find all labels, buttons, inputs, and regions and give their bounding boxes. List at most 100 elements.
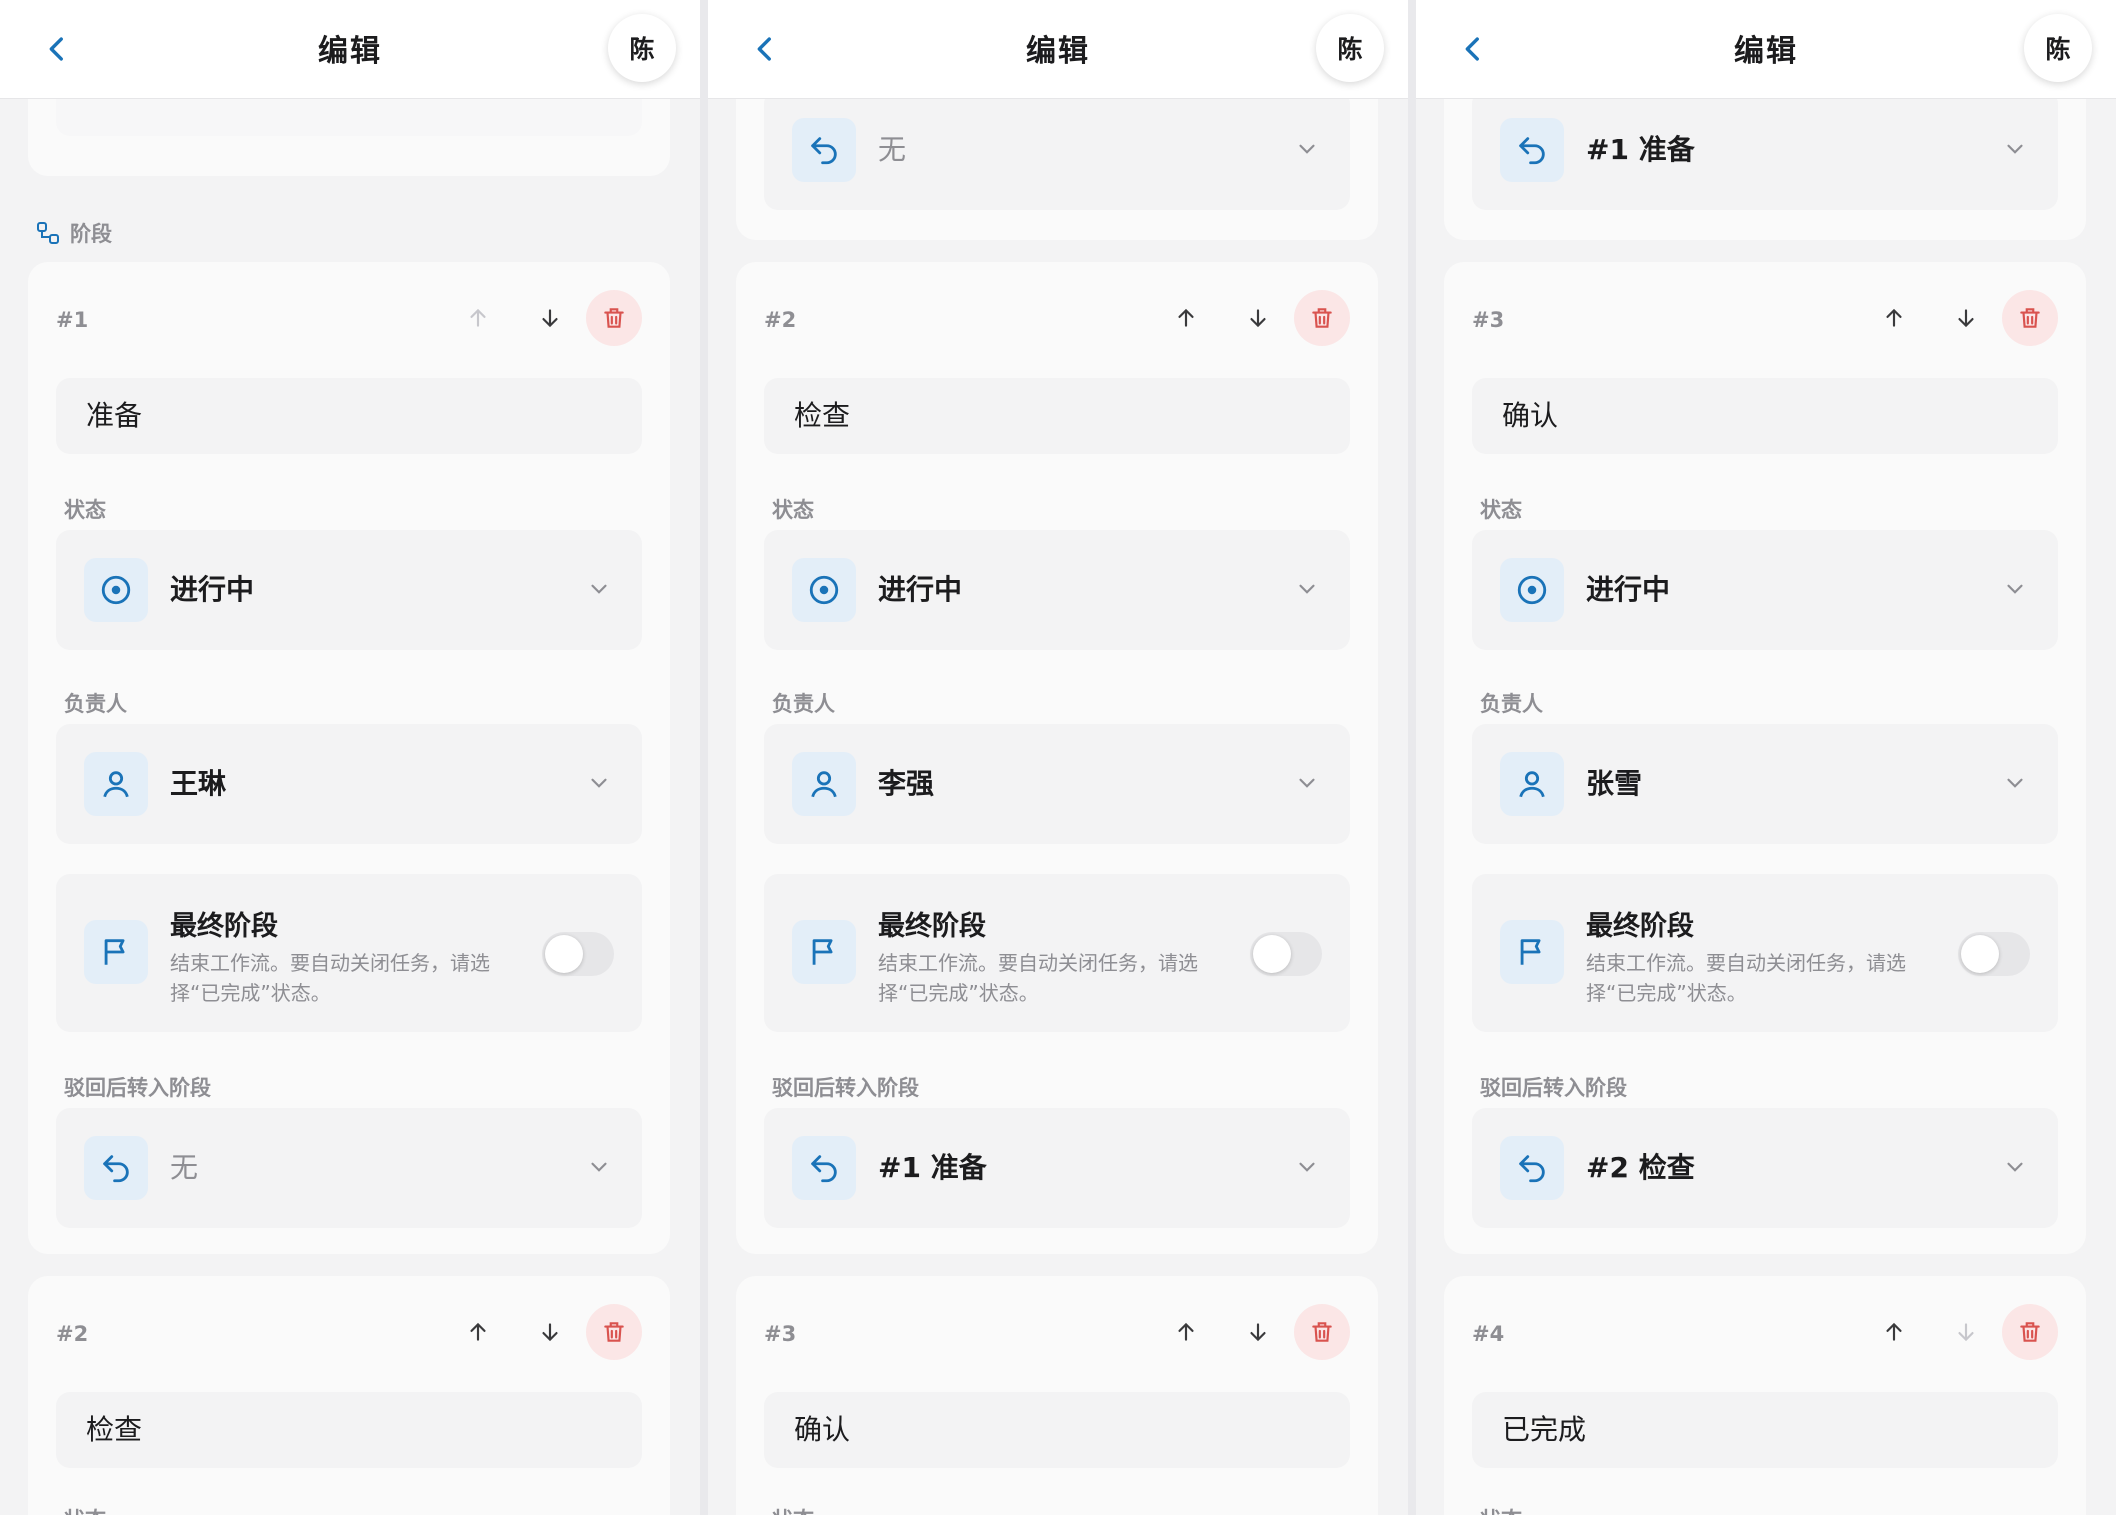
reject-select[interactable]: #2 检查 <box>1472 1108 2058 1228</box>
status-select[interactable]: 进行中 <box>56 530 642 650</box>
owner-select[interactable]: 张雪 <box>1472 724 2058 844</box>
arrow-down-icon <box>1958 309 1974 328</box>
owner-label: 负责人 <box>64 692 127 716</box>
owner-value: 张雪 <box>1586 767 1643 800</box>
stage-card: #2 检查 状态 <box>28 1276 670 1515</box>
move-up-button[interactable] <box>450 290 506 346</box>
move-down-button[interactable] <box>1938 290 1994 346</box>
move-down-button[interactable] <box>1230 290 1286 346</box>
status-value: 进行中 <box>878 573 963 606</box>
final-stage-box: 最终阶段 结束工作流。要自动关闭任务，请选择“已完成”状态。 <box>1472 874 2058 1032</box>
chevron-down-icon <box>591 778 607 788</box>
delete-button[interactable] <box>586 290 642 346</box>
stage-number: #2 <box>56 1322 89 1346</box>
undo-icon <box>1519 137 1545 165</box>
delete-button[interactable] <box>2002 290 2058 346</box>
stage-name-field[interactable]: 检查 <box>56 1392 642 1468</box>
move-down-button[interactable] <box>1230 1304 1286 1360</box>
arrow-down-icon <box>1250 309 1266 328</box>
page-title: 编辑 <box>1734 34 1798 69</box>
page-title: 编辑 <box>318 34 382 69</box>
previous-reject-select[interactable]: 无 <box>764 90 1350 210</box>
move-up-button[interactable] <box>1158 1304 1214 1360</box>
arrow-down-icon <box>1958 1323 1974 1342</box>
status-label: 状态 <box>1480 1504 1522 1515</box>
reject-select[interactable]: 无 <box>56 1108 642 1228</box>
flag-icon <box>104 939 125 965</box>
move-up-button[interactable] <box>1866 1304 1922 1360</box>
final-stage-title: 最终阶段 <box>878 911 986 942</box>
arrow-down-icon <box>1250 1323 1266 1342</box>
section-label-text: 阶段 <box>70 222 112 246</box>
reject-icon-box <box>84 1136 148 1200</box>
previous-reject-select[interactable]: #1 准备 <box>1472 90 2058 210</box>
panel-1: 阶段 #1 准备 状态 进行中 负责人 王琳 最终阶段 结束工作流。要自动关闭任… <box>0 0 700 1515</box>
flag-icon-box <box>84 920 148 984</box>
person-icon <box>1519 771 1545 798</box>
final-stage-toggle[interactable] <box>542 932 614 976</box>
delete-button[interactable] <box>1294 1304 1350 1360</box>
move-up-button[interactable] <box>450 1304 506 1360</box>
stage-name-field[interactable]: 已完成 <box>1472 1392 2058 1468</box>
reject-icon-box <box>1500 1136 1564 1200</box>
arrow-down-icon <box>542 1323 558 1342</box>
stage-card: #3 确认 状态 <box>736 1276 1378 1515</box>
avatar[interactable]: 陈 <box>2024 14 2092 82</box>
reject-select[interactable]: #1 准备 <box>764 1108 1350 1228</box>
stage-name-field[interactable]: 检查 <box>764 378 1350 454</box>
arrow-up-icon <box>1886 1322 1902 1341</box>
owner-select[interactable]: 李强 <box>764 724 1350 844</box>
stage-number: #4 <box>1472 1322 1505 1346</box>
final-stage-box: 最终阶段 结束工作流。要自动关闭任务，请选择“已完成”状态。 <box>764 874 1350 1032</box>
top-bar: 编辑 陈 <box>1416 0 2116 99</box>
move-down-button[interactable] <box>522 290 578 346</box>
screens: 阶段 #1 准备 状态 进行中 负责人 王琳 最终阶段 结束工作流。要自动关闭任… <box>0 0 2116 1515</box>
delete-button[interactable] <box>586 1304 642 1360</box>
person-icon <box>103 771 129 798</box>
stage-name-field[interactable]: 确认 <box>1472 378 2058 454</box>
chevron-down-icon <box>1299 1162 1315 1172</box>
stage-card: #3 确认 状态 进行中 负责人 张雪 最终阶段 结束工作流。要自动关闭任务，请… <box>1444 262 2086 1254</box>
owner-label: 负责人 <box>1480 692 1543 716</box>
move-down-button[interactable] <box>522 1304 578 1360</box>
trash-icon <box>1312 1322 1332 1342</box>
move-up-button[interactable] <box>1866 290 1922 346</box>
move-up-button[interactable] <box>1158 290 1214 346</box>
undo-icon <box>103 1155 129 1183</box>
stage-card: #2 检查 状态 进行中 负责人 李强 最终阶段 结束工作流。要自动关闭任务，请… <box>736 262 1378 1254</box>
flag-icon <box>1520 939 1541 965</box>
final-stage-description: 结束工作流。要自动关闭任务，请选择“已完成”状态。 <box>170 951 490 1005</box>
panel-2: 无 #2 检查 状态 进行中 负责人 李强 最终阶段 结束工作流。要自动关闭任务… <box>708 0 1408 1515</box>
chevron-down-icon <box>1299 144 1315 154</box>
move-down-button[interactable] <box>1938 1304 1994 1360</box>
owner-value: 王琳 <box>170 767 227 800</box>
owner-select[interactable]: 王琳 <box>56 724 642 844</box>
chevron-down-icon <box>2007 778 2023 788</box>
status-label: 状态 <box>64 498 106 522</box>
status-value: 进行中 <box>1586 573 1671 606</box>
status-select[interactable]: 进行中 <box>764 530 1350 650</box>
avatar[interactable]: 陈 <box>608 14 676 82</box>
reject-icon-box <box>1500 118 1564 182</box>
final-stage-toggle[interactable] <box>1958 932 2030 976</box>
stage-name-field[interactable]: 准备 <box>56 378 642 454</box>
flag-icon-box <box>792 920 856 984</box>
delete-button[interactable] <box>2002 1304 2058 1360</box>
arrow-up-icon <box>1178 308 1194 327</box>
status-select[interactable]: 进行中 <box>1472 530 2058 650</box>
final-stage-title: 最终阶段 <box>170 911 278 942</box>
reject-value: #1 准备 <box>1586 133 1695 166</box>
chevron-down-icon <box>1299 778 1315 788</box>
final-stage-toggle[interactable] <box>1250 932 1322 976</box>
chevron-down-icon <box>2007 144 2023 154</box>
panel-content: 无 #2 检查 状态 进行中 负责人 李强 最终阶段 结束工作流。要自动关闭任务… <box>708 0 1408 1515</box>
panel-content: 阶段 #1 准备 状态 进行中 负责人 王琳 最终阶段 结束工作流。要自动关闭任… <box>0 0 700 1515</box>
delete-button[interactable] <box>1294 290 1350 346</box>
stage-name-field[interactable]: 确认 <box>764 1392 1350 1468</box>
in-progress-icon <box>809 575 839 605</box>
panel-content: #1 准备 #3 确认 状态 进行中 负责人 张雪 最终阶段 结束工作流。要自动… <box>1416 0 2116 1515</box>
section-label: 阶段 <box>36 218 112 248</box>
stage-number: #3 <box>764 1322 797 1346</box>
avatar[interactable]: 陈 <box>1316 14 1384 82</box>
stage-number: #2 <box>764 308 797 332</box>
